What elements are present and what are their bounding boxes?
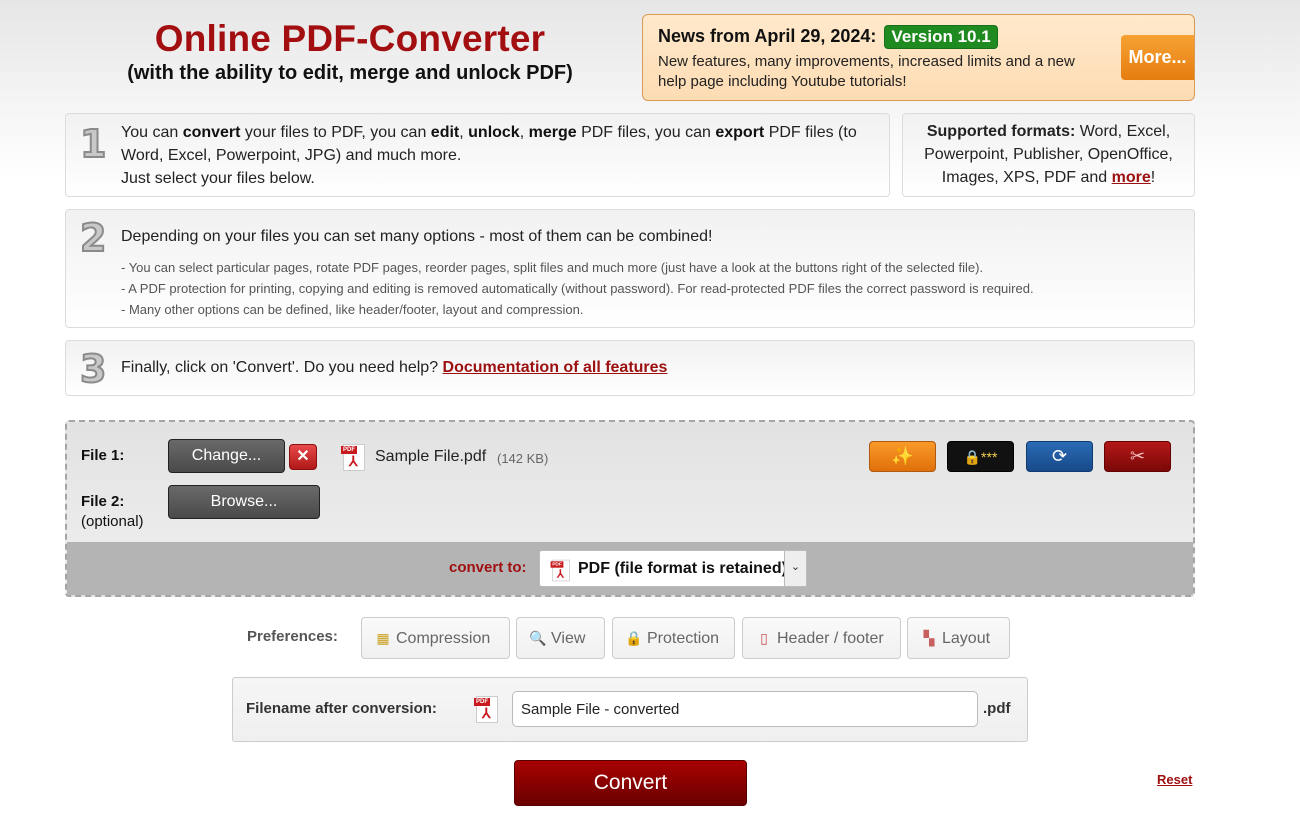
view-button[interactable]: 🔍 View xyxy=(516,617,605,659)
view-label: View xyxy=(551,630,586,647)
split-tool-button[interactable]: ✂ xyxy=(1104,441,1171,472)
file-1-name: Sample File.pdf xyxy=(375,448,487,465)
step-2-bullet: - Many other options can be defined, lik… xyxy=(121,302,584,317)
step-1-text-segment: your files to PDF, you can xyxy=(240,124,431,141)
step-number-1-icon: 1 xyxy=(79,121,107,167)
step-2-bullets: - You can select particular pages, rotat… xyxy=(121,257,1034,320)
formats-label: Supported formats: xyxy=(926,123,1076,140)
compression-icon: ▦ xyxy=(376,630,390,646)
layout-label: Layout xyxy=(942,630,991,647)
step-1-description: You can convert your files to PDF, you c… xyxy=(121,124,857,164)
step-3-box: 3 Finally, click on 'Convert'. Do you ne… xyxy=(65,340,1195,396)
step-1-text-segment: , xyxy=(519,124,529,141)
step-2-heading: Depending on your files you can set many… xyxy=(121,228,713,245)
file-1-size: (142 KB) xyxy=(497,451,549,466)
step-2-bullet: - You can select particular pages, rotat… xyxy=(121,260,984,275)
step-3-description: Finally, click on 'Convert'. Do you need… xyxy=(121,359,443,376)
step-number-3-icon: 3 xyxy=(79,346,107,392)
supported-formats-box: Supported formats: Word, Excel, Powerpoi… xyxy=(902,113,1195,197)
step-1-text-segment: You can xyxy=(121,124,183,141)
compression-label: Compression xyxy=(396,630,491,647)
step-1-text: You can convert your files to PDF, you c… xyxy=(121,121,881,190)
file-upload-area: File 1: Change... ✕ Sample File.pdf (142… xyxy=(65,420,1195,597)
header-footer-label: Header / footer xyxy=(777,630,884,647)
step-3-text: Finally, click on 'Convert'. Do you need… xyxy=(121,356,667,379)
step-1-text-segment: , xyxy=(459,124,469,141)
file-2-optional-note: (optional) xyxy=(81,513,144,530)
reset-link[interactable]: Reset xyxy=(1157,772,1192,787)
protection-label: Protection xyxy=(647,630,720,647)
pdf-file-icon xyxy=(474,696,498,723)
filename-extension: .pdf xyxy=(983,700,1011,717)
step-1-box: 1 You can convert your files to PDF, you… xyxy=(65,113,890,197)
step-1-keyword: unlock xyxy=(468,124,520,141)
change-file-button[interactable]: Change... xyxy=(168,439,285,473)
step-1-keyword: merge xyxy=(528,124,577,141)
pdf-file-icon xyxy=(341,444,365,471)
header-footer-button[interactable]: ▯ Header / footer xyxy=(742,617,901,659)
step-2-bullet: - A PDF protection for printing, copying… xyxy=(121,281,1034,296)
preferences-label: Preferences: xyxy=(247,628,338,645)
file-2-label-text: File 2: xyxy=(81,493,125,510)
news-heading: News from April 29, 2024: Version 10.1 xyxy=(658,25,998,49)
news-text: New features, many improvements, increas… xyxy=(658,53,1075,90)
news-more-button[interactable]: More... xyxy=(1121,35,1194,80)
edit-tool-button[interactable]: ✨ xyxy=(869,441,936,472)
rotate-tool-button[interactable]: ⟳ xyxy=(1026,441,1093,472)
convert-to-row: convert to: PDF (file format is retained… xyxy=(67,542,1193,595)
documentation-link[interactable]: Documentation of all features xyxy=(443,359,668,376)
convert-button[interactable]: Convert xyxy=(514,760,747,806)
step-1-keyword: convert xyxy=(182,124,241,141)
layout-icon: ▚ xyxy=(923,630,935,646)
step-1-line2: Just select your files below. xyxy=(121,170,315,187)
magic-wand-icon: ✨ xyxy=(891,446,914,466)
protect-tool-button[interactable]: 🔒*** xyxy=(947,441,1014,472)
file-2-label: File 2: (optional) xyxy=(81,492,144,532)
header-footer-icon: ▯ xyxy=(760,630,768,646)
convert-to-label: convert to: xyxy=(449,559,527,576)
remove-file-button[interactable]: ✕ xyxy=(289,444,317,470)
protection-icon: 🔒 xyxy=(625,630,643,646)
view-icon: 🔍 xyxy=(529,630,547,646)
rotate-page-icon: ⟳ xyxy=(1051,446,1068,466)
page-title: Online PDF-Converter xyxy=(154,18,546,59)
compression-button[interactable]: ▦ Compression xyxy=(361,617,510,659)
output-format-select[interactable]: PDF (file format is retained) ⌄ xyxy=(539,550,807,587)
pdf-format-icon xyxy=(550,559,570,582)
version-badge: Version 10.1 xyxy=(884,25,998,49)
close-icon: ✕ xyxy=(296,448,310,465)
padlock-password-icon: 🔒*** xyxy=(963,449,998,465)
news-box: News from April 29, 2024: Version 10.1 Ne… xyxy=(642,14,1195,101)
step-1-keyword: edit xyxy=(430,124,460,141)
formats-more-link[interactable]: more xyxy=(1112,169,1151,186)
news-date: News from April 29, 2024: xyxy=(658,26,877,46)
filename-input[interactable] xyxy=(512,691,978,727)
scissors-icon: ✂ xyxy=(1129,446,1146,466)
file-1-label: File 1: xyxy=(81,447,125,464)
browse-file-button[interactable]: Browse... xyxy=(168,485,320,519)
selected-format: PDF (file format is retained) xyxy=(578,560,787,577)
filename-label: Filename after conversion: xyxy=(246,700,437,717)
step-number-2-icon: 2 xyxy=(79,215,107,261)
formats-suffix: ! xyxy=(1150,169,1156,186)
page-subtitle: (with the ability to edit, merge and unl… xyxy=(127,62,573,84)
step-1-keyword: export xyxy=(715,124,765,141)
layout-button[interactable]: ▚ Layout xyxy=(907,617,1010,659)
step-1-text-segment: PDF files, you can xyxy=(576,124,716,141)
chevron-down-icon: ⌄ xyxy=(784,551,806,586)
step-2-box: 2 Depending on your files you can set ma… xyxy=(65,209,1195,328)
filename-box: Filename after conversion: .pdf xyxy=(232,677,1028,742)
protection-button[interactable]: 🔒 Protection xyxy=(612,617,735,659)
